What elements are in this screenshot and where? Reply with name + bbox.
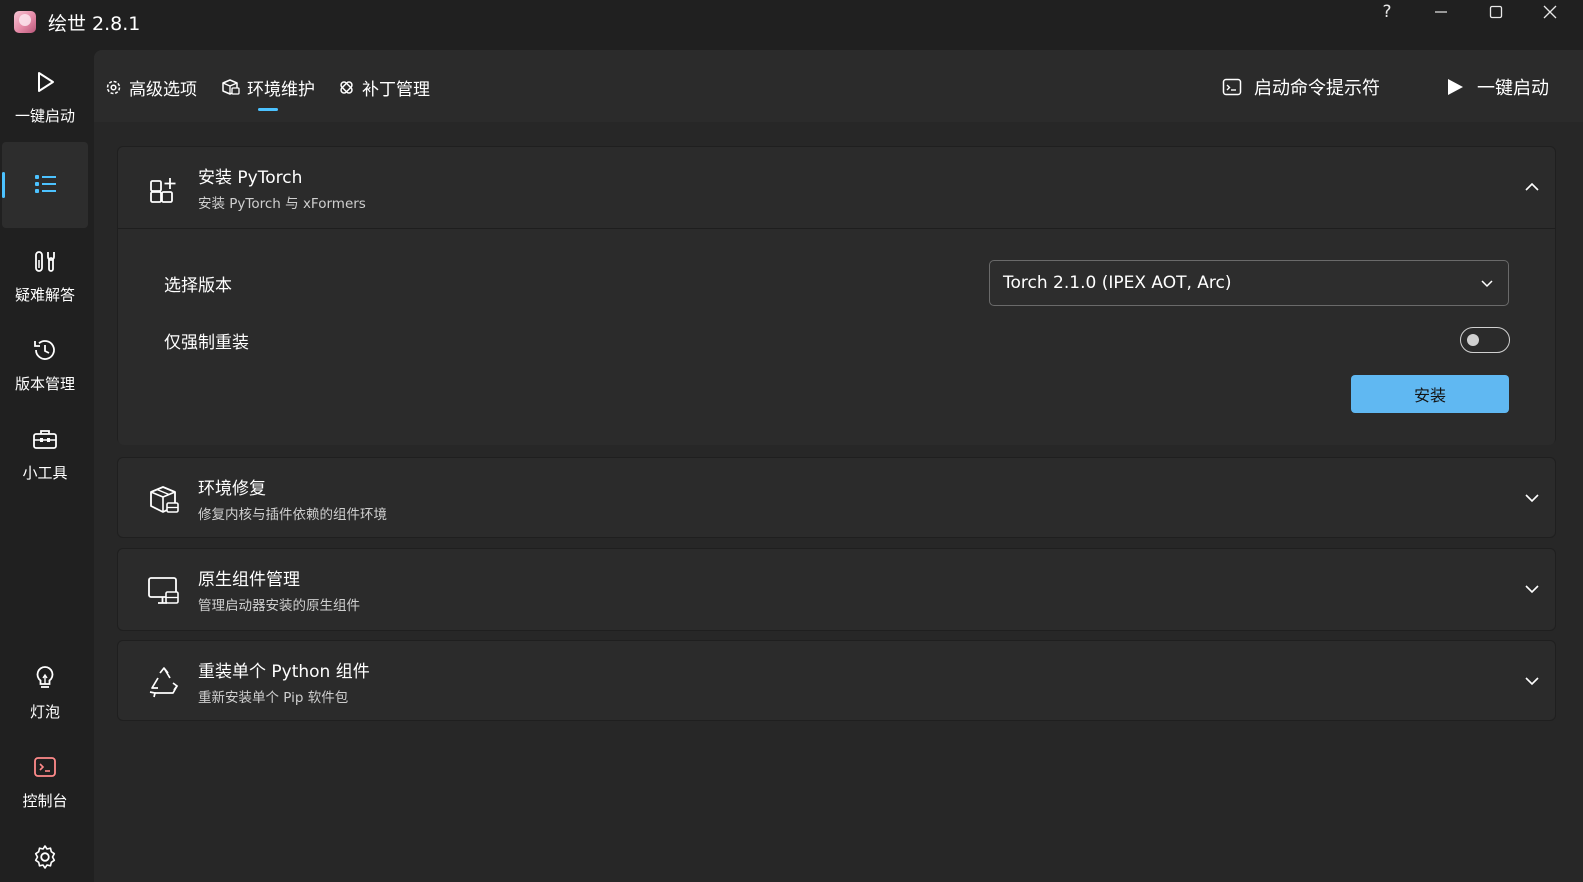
chevron-down-icon[interactable] bbox=[1523, 672, 1541, 690]
console-icon bbox=[34, 757, 56, 777]
terminal-icon bbox=[1222, 78, 1242, 96]
card-native-components[interactable]: 原生组件管理 管理启动器安装的原生组件 bbox=[117, 548, 1556, 631]
recycle-icon bbox=[149, 667, 179, 698]
card-title: 安装 PyTorch bbox=[198, 168, 303, 188]
toolbox-icon bbox=[33, 430, 57, 449]
sidebar: 一键启动 疑难解答 版本管理 小工具 灯泡 控制台 bbox=[0, 50, 90, 882]
package-repair-icon bbox=[150, 486, 179, 513]
force-reinstall-label: 仅强制重装 bbox=[164, 333, 249, 353]
patch-icon bbox=[340, 80, 353, 94]
card-subtitle: 管理启动器安装的原生组件 bbox=[198, 598, 360, 614]
sidebar-item-label: 灯泡 bbox=[29, 703, 60, 721]
sidebar-item-tools[interactable]: 小工具 bbox=[2, 409, 88, 493]
sidebar-item-label: 版本管理 bbox=[14, 375, 75, 393]
history-icon bbox=[34, 340, 55, 360]
card-header[interactable]: 环境修复 修复内核与插件依赖的组件环境 bbox=[118, 458, 1555, 538]
maximize-button[interactable] bbox=[1476, 0, 1516, 24]
install-button[interactable]: 安装 bbox=[1351, 375, 1509, 413]
card-body: 选择版本 Torch 2.1.0 (IPEX AOT, Arc) 仅强制重装 安… bbox=[118, 228, 1555, 445]
card-subtitle: 重新安装单个 Pip 软件包 bbox=[198, 690, 349, 706]
sidebar-item-label: 疑难解答 bbox=[14, 286, 75, 304]
active-indicator bbox=[2, 172, 5, 198]
tab-environment[interactable]: 环境维护 bbox=[221, 72, 315, 102]
help-button[interactable]: ? bbox=[1367, 0, 1407, 24]
one-click-launch-label: 一键启动 bbox=[1477, 78, 1549, 99]
minimize-button[interactable] bbox=[1421, 0, 1461, 24]
open-command-prompt-button[interactable]: 启动命令提示符 bbox=[1222, 72, 1380, 102]
sidebar-item-label: 一键启动 bbox=[14, 107, 75, 125]
sidebar-item-console[interactable]: 控制台 bbox=[2, 737, 88, 821]
one-click-launch-button[interactable]: 一键启动 bbox=[1445, 72, 1549, 102]
play-icon bbox=[1448, 79, 1463, 95]
tab-label: 补丁管理 bbox=[362, 79, 430, 100]
monitor-package-icon bbox=[148, 577, 179, 604]
tab-patch-management[interactable]: 补丁管理 bbox=[338, 72, 430, 102]
card-environment-repair[interactable]: 环境修复 修复内核与插件依赖的组件环境 bbox=[117, 457, 1556, 538]
minimize-icon bbox=[1435, 11, 1447, 13]
chevron-down-icon bbox=[1481, 280, 1493, 288]
card-title: 环境修复 bbox=[198, 479, 266, 499]
card-reinstall-python-package[interactable]: 重装单个 Python 组件 重新安装单个 Pip 软件包 bbox=[117, 640, 1556, 721]
maximize-icon bbox=[1489, 5, 1503, 19]
card-install-pytorch: 安装 PyTorch 安装 PyTorch 与 xFormers 选择版本 To… bbox=[117, 146, 1556, 445]
sidebar-item-versions[interactable]: 版本管理 bbox=[2, 320, 88, 404]
sidebar-item-launch[interactable]: 一键启动 bbox=[2, 52, 88, 136]
play-icon bbox=[38, 72, 54, 92]
sidebar-item-label: 控制台 bbox=[22, 792, 68, 810]
tab-advanced-options[interactable]: 高级选项 bbox=[105, 72, 197, 102]
open-command-prompt-label: 启动命令提示符 bbox=[1254, 78, 1380, 99]
chevron-up-icon[interactable] bbox=[1523, 178, 1541, 196]
card-header[interactable]: 原生组件管理 管理启动器安装的原生组件 bbox=[118, 549, 1555, 629]
sidebar-item-settings[interactable] bbox=[2, 826, 88, 882]
tab-label: 高级选项 bbox=[129, 79, 197, 100]
app-logo-icon bbox=[14, 11, 36, 33]
sidebar-item-environment[interactable] bbox=[2, 142, 88, 228]
sidebar-item-label: 小工具 bbox=[22, 464, 68, 482]
top-bar: 高级选项 环境维护 补丁管理 启动命令提示符 一键启动 bbox=[94, 50, 1583, 122]
lightbulb-icon bbox=[36, 666, 54, 688]
chevron-down-icon[interactable] bbox=[1523, 580, 1541, 598]
tab-label: 环境维护 bbox=[247, 79, 315, 100]
sidebar-item-troubleshoot[interactable]: 疑难解答 bbox=[2, 231, 88, 315]
add-grid-icon bbox=[150, 178, 176, 203]
toggle-knob bbox=[1467, 334, 1479, 346]
card-subtitle: 修复内核与插件依赖的组件环境 bbox=[198, 507, 387, 523]
app-title: 绘世 2.8.1 bbox=[48, 13, 141, 35]
card-title: 原生组件管理 bbox=[198, 570, 300, 590]
force-reinstall-toggle[interactable] bbox=[1460, 327, 1510, 353]
tab-active-indicator bbox=[258, 108, 278, 111]
card-header[interactable]: 安装 PyTorch 安装 PyTorch 与 xFormers bbox=[118, 147, 1555, 227]
title-bar: 绘世 2.8.1 ? bbox=[0, 0, 1583, 46]
card-header[interactable]: 重装单个 Python 组件 重新安装单个 Pip 软件包 bbox=[118, 641, 1555, 721]
settings-icon bbox=[106, 80, 121, 94]
list-icon bbox=[35, 175, 56, 193]
version-label: 选择版本 bbox=[164, 276, 232, 296]
gear-icon bbox=[34, 845, 56, 869]
card-subtitle: 安装 PyTorch 与 xFormers bbox=[198, 196, 366, 212]
main-content: 高级选项 环境维护 补丁管理 启动命令提示符 一键启动 安装 PyTorch 安… bbox=[94, 50, 1583, 882]
chevron-down-icon[interactable] bbox=[1523, 489, 1541, 507]
sidebar-item-lightbulb[interactable]: 灯泡 bbox=[2, 648, 88, 732]
close-icon bbox=[1543, 5, 1557, 19]
close-button[interactable] bbox=[1530, 0, 1570, 24]
version-select-value: Torch 2.1.0 (IPEX AOT, Arc) bbox=[1003, 273, 1232, 293]
wrench-icon bbox=[35, 251, 55, 272]
card-title: 重装单个 Python 组件 bbox=[198, 662, 370, 682]
version-select[interactable]: Torch 2.1.0 (IPEX AOT, Arc) bbox=[989, 260, 1509, 306]
package-icon bbox=[222, 78, 240, 95]
